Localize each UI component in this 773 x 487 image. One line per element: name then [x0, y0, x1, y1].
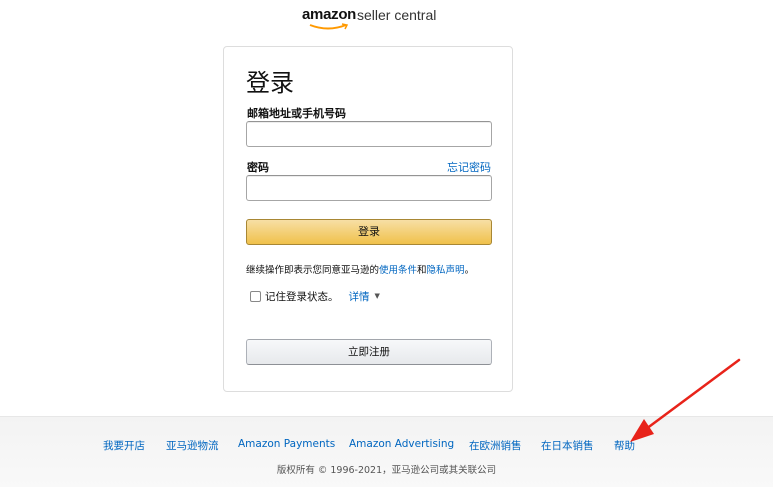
password-input[interactable] — [246, 175, 492, 201]
terms-prefix: 继续操作即表示您同意亚马逊的 — [246, 265, 380, 276]
copyright: 版权所有 © 1996-2021，亚马逊公司或其关联公司 — [276, 465, 497, 476]
email-input[interactable] — [246, 121, 492, 147]
footer-link-sell-in-japan[interactable]: 在日本销售 — [541, 438, 594, 453]
footer-link-sell-in-europe[interactable]: 在欧洲销售 — [469, 438, 522, 453]
terms-suffix: 。 — [464, 265, 475, 276]
remember-me-label[interactable]: 记住登录状态。 — [265, 289, 339, 304]
conditions-of-use-link[interactable]: 使用条件 — [379, 265, 417, 276]
amazon-smile-icon — [309, 23, 349, 30]
logo-amazon-text: amazon — [302, 6, 357, 23]
signin-button[interactable]: 登录 — [246, 219, 492, 245]
email-label: 邮箱地址或手机号码 — [247, 107, 346, 120]
details-link[interactable]: 详情 — [349, 289, 370, 304]
privacy-notice-link[interactable]: 隐私声明 — [427, 265, 465, 276]
page-title: 登录 — [246, 69, 294, 97]
login-card: 登录 邮箱地址或手机号码 密码 忘记密码 登录 继续操作即表示您同意亚马逊的使用… — [223, 46, 513, 392]
remember-me-row: 记住登录状态。 详情 ▼ — [250, 289, 380, 303]
amazon-seller-central-logo[interactable]: amazon seller central — [302, 6, 442, 30]
footer-link-start-selling[interactable]: 我要开店 — [103, 438, 145, 453]
terms-text: 继续操作即表示您同意亚马逊的使用条件和隐私声明。 — [246, 262, 474, 276]
forgot-password-link[interactable]: 忘记密码 — [447, 159, 491, 175]
register-button[interactable]: 立即注册 — [246, 339, 492, 365]
footer-link-fba[interactable]: 亚马逊物流 — [166, 438, 219, 453]
password-label: 密码 — [247, 161, 269, 174]
footer-link-amazon-advertising[interactable]: Amazon Advertising — [349, 438, 454, 450]
terms-and: 和 — [417, 265, 427, 276]
red-arrow-annotation-icon — [630, 358, 741, 442]
remember-me-checkbox[interactable] — [250, 290, 261, 302]
caret-down-icon[interactable]: ▼ — [375, 292, 380, 300]
footer-link-amazon-payments[interactable]: Amazon Payments — [238, 438, 335, 450]
logo-seller-central-text: seller central — [357, 7, 437, 23]
header: amazon seller central — [0, 0, 773, 36]
